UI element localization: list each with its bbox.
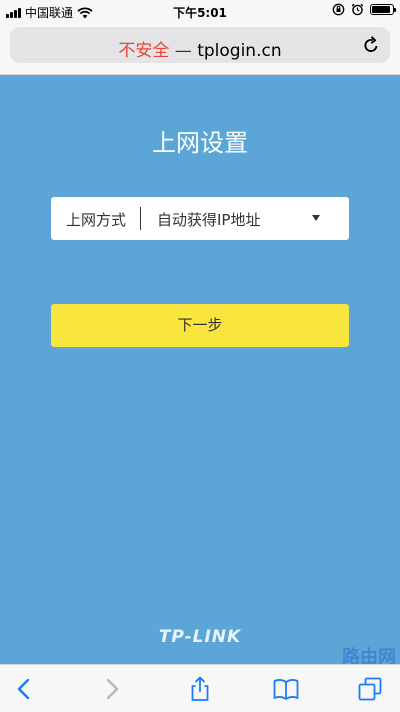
forward-icon[interactable]: [98, 675, 126, 703]
bookmarks-icon[interactable]: [272, 675, 300, 703]
battery-fill: [372, 6, 390, 13]
connection-type-select[interactable]: 上网方式 自动获得IP地址: [51, 197, 349, 240]
status-right: [332, 3, 396, 16]
select-divider: [140, 207, 141, 230]
bookmarks-button[interactable]: [272, 675, 300, 703]
address-text[interactable]: 不安全 — tplogin.cn: [10, 36, 390, 61]
page-title: 上网设置: [152, 129, 248, 157]
share-icon[interactable]: [186, 675, 214, 703]
address-area: 不安全 — tplogin.cn: [0, 22, 400, 75]
next-step-button[interactable]: 下一步: [51, 304, 349, 347]
alarm-icon: [351, 3, 364, 16]
share-button[interactable]: [186, 675, 214, 703]
connection-type-label: 上网方式: [66, 211, 127, 229]
address-bar[interactable]: 不安全 — tplogin.cn: [10, 27, 390, 63]
dropdown-arrow-icon[interactable]: [312, 215, 320, 221]
connection-type-value[interactable]: 自动获得IP地址: [157, 209, 260, 230]
tp-link-logo: TP-LINK: [158, 627, 242, 647]
url-domain: tplogin.cn: [197, 41, 282, 61]
safari-toolbar: [0, 664, 400, 712]
tabs-button[interactable]: [356, 675, 384, 703]
url-separator: —: [174, 41, 192, 61]
orientation-lock-icon: [332, 3, 345, 16]
reload-icon[interactable]: [360, 34, 382, 56]
forward-button[interactable]: [98, 675, 126, 703]
status-bar: 中国联通 下午5:01: [0, 0, 400, 22]
back-button[interactable]: [10, 675, 38, 703]
not-secure-label: 不安全: [118, 41, 170, 61]
battery-icon: [370, 4, 396, 15]
tabs-icon[interactable]: [356, 675, 384, 703]
setup-page: 上网设置 上网方式 自动获得IP地址 下一步 TP-LINK 路由网: [0, 75, 400, 668]
back-icon[interactable]: [10, 675, 38, 703]
